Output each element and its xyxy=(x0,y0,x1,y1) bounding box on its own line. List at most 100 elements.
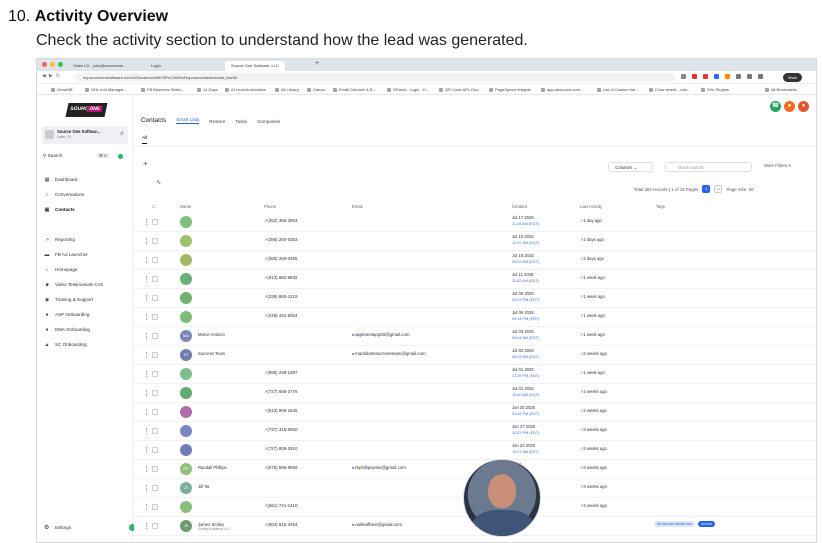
table-row[interactable]: (248) 431-5064 Jul 06 2025 09:14 PM (EDT) 1… xyxy=(134,308,816,327)
sidebar-item-settings[interactable]: ⚙ Settings xyxy=(44,524,136,531)
bookmark-item[interactable]: GHL Info Manager... xyxy=(85,86,127,93)
avatar[interactable] xyxy=(180,254,192,266)
table-row[interactable]: ST Success Team martialartssuccessteam@gma… xyxy=(134,346,816,365)
table-row[interactable]: (727) 808-2910 Jun 23 2025 10:07 AM (EDT) 3… xyxy=(134,441,816,460)
url-input[interactable]: my.sourceonesoftware.com/v2/location/xb5… xyxy=(75,73,675,82)
sidebar-item-asp-onboarding[interactable]: ● ASP Onboarding xyxy=(44,310,89,319)
drag-handle-icon[interactable] xyxy=(146,523,148,529)
row-checkbox[interactable] xyxy=(152,219,158,225)
drag-handle-icon[interactable] xyxy=(146,371,148,377)
more-filters-button[interactable]: More Filters ≡ xyxy=(764,163,791,168)
contact-name[interactable]: Jill Tai xyxy=(198,484,209,489)
contact-phone[interactable]: (561) 741-1410 xyxy=(264,503,297,508)
sidebar-item-conversations[interactable]: ○ Conversations xyxy=(44,190,84,199)
drag-handle-icon[interactable] xyxy=(146,352,148,358)
row-checkbox[interactable] xyxy=(152,485,158,491)
row-checkbox[interactable] xyxy=(152,352,158,358)
contact-phone[interactable]: (737) 315-5650 xyxy=(264,427,297,432)
row-checkbox[interactable] xyxy=(152,409,158,415)
contact-name[interactable]: Randall Phillips xyxy=(198,465,227,470)
contact-email[interactable]: rbphillipswine@gmail.com xyxy=(352,465,406,470)
drag-handle-icon[interactable] xyxy=(146,409,148,415)
header-last-activity[interactable]: Last Activity xyxy=(580,204,602,209)
row-checkbox[interactable] xyxy=(152,314,158,320)
contact-phone[interactable]: (904) 815-3494 xyxy=(264,522,297,527)
next-page-button[interactable]: > xyxy=(714,185,723,193)
tab-tasks[interactable]: Tasks xyxy=(235,119,247,124)
table-row[interactable]: (239) 860-1219 Jul 09 2025 03:03 PM (EDT) 1… xyxy=(134,289,816,308)
drag-handle-icon[interactable] xyxy=(146,333,148,339)
account-switcher[interactable]: Source One Softwar... Lake, FL ⇵ xyxy=(42,126,128,144)
bookmark-item[interactable]: 14 Days xyxy=(197,86,218,93)
bookmark-item[interactable]: GrowthB xyxy=(51,86,73,93)
bookmark-item[interactable]: PageSpeed Insights xyxy=(489,86,531,93)
contact-email[interactable]: appletestapp83@gmail.com xyxy=(352,332,410,337)
contact-name[interactable]: Success Team xyxy=(198,351,225,356)
page-1-button[interactable]: 1 xyxy=(702,185,711,193)
bookmark-item[interactable]: Color wheel - colo... xyxy=(649,86,690,93)
columns-button[interactable]: Columns ⌄ xyxy=(608,162,653,172)
avatar[interactable] xyxy=(180,444,192,456)
tab-companies[interactable]: Companies xyxy=(257,119,280,124)
row-checkbox[interactable] xyxy=(152,504,158,510)
header-phone[interactable]: Phone xyxy=(264,204,276,209)
tab-restore[interactable]: Restore xyxy=(209,119,225,124)
bookmark-item[interactable]: Email Checker & B... xyxy=(333,86,376,93)
avatar[interactable]: JT xyxy=(180,482,192,494)
avatar[interactable]: MA xyxy=(180,330,192,342)
avatar[interactable] xyxy=(180,387,192,399)
tag-chip[interactable]: ibc inbound website form xyxy=(654,521,696,527)
contact-email[interactable]: oakleafbest@gmail.com xyxy=(352,522,402,527)
row-checkbox[interactable] xyxy=(152,447,158,453)
sidebar-item-sc-onboarding[interactable]: ▲ SC Onboarding xyxy=(44,340,87,349)
nav-arrows-icon[interactable]: ◀▶↻ xyxy=(42,73,63,79)
drag-handle-icon[interactable] xyxy=(146,219,148,225)
row-checkbox[interactable] xyxy=(152,466,158,472)
row-checkbox[interactable] xyxy=(152,371,158,377)
sidebar-item-homepage[interactable]: ⌂ Homepage xyxy=(44,265,77,274)
contact-phone[interactable]: (386) 260-0485 xyxy=(264,256,297,261)
header-tags[interactable]: Tags xyxy=(656,204,665,209)
table-row[interactable]: (737) 315-5650 Jun 27 2025 12:57 PM (EDT) 3… xyxy=(134,422,816,441)
drag-handle-icon[interactable] xyxy=(146,447,148,453)
contact-phone[interactable]: (727) 808-2910 xyxy=(264,446,297,451)
table-row[interactable]: (352) 356-2563 Jul 17 2025 11:28 AM (EDT) 1… xyxy=(134,213,816,232)
table-row[interactable]: MA Marco Antonio appletestapp83@gmail.com J… xyxy=(134,327,816,346)
avatar[interactable] xyxy=(180,216,192,228)
bookmark-item[interactable]: All Bookmarks xyxy=(765,86,797,93)
drag-handle-icon[interactable] xyxy=(146,295,148,301)
drag-handle-icon[interactable] xyxy=(146,390,148,396)
quick-action-icon[interactable] xyxy=(118,154,123,159)
sidebar-item-training[interactable]: ◉ Training & Support xyxy=(44,295,93,304)
user-avatar[interactable]: ● xyxy=(798,101,809,112)
page-size-select[interactable]: Page Size: 20 xyxy=(726,187,753,192)
notifications-icon[interactable]: ● xyxy=(784,101,795,112)
drag-handle-icon[interactable] xyxy=(146,466,148,472)
bookmark-item[interactable]: All Library xyxy=(275,86,299,93)
avatar[interactable] xyxy=(180,311,192,323)
contact-phone[interactable]: (813) 806-1645 xyxy=(264,408,297,413)
bookmark-item[interactable]: SPanel - Login - H... xyxy=(387,86,429,93)
new-tab-icon[interactable]: + xyxy=(315,60,319,67)
bookmark-item[interactable]: SHL Plugins xyxy=(701,86,729,93)
header-name[interactable]: Name xyxy=(180,204,191,209)
brand-logo[interactable]: SOURCE ONE xyxy=(65,103,108,117)
drag-handle-icon[interactable] xyxy=(146,257,148,263)
bookmark-item[interactable]: QR Code API: Doc... xyxy=(439,86,482,93)
table-row[interactable]: (813) 806-1645 Jun 30 2025 01:46 PM (EDT) 2… xyxy=(134,403,816,422)
contact-phone[interactable]: (985) 239-1087 xyxy=(264,370,297,375)
row-checkbox[interactable] xyxy=(152,333,158,339)
header-created[interactable]: Created xyxy=(512,204,527,209)
table-row[interactable]: (985) 239-1087 Jul 01 2025 12:39 PM (EDT) 1… xyxy=(134,365,816,384)
avatar[interactable]: JS xyxy=(180,520,192,532)
avatar[interactable] xyxy=(180,425,192,437)
tab-smart-lists[interactable]: Smart Lists xyxy=(176,117,200,124)
avatar[interactable] xyxy=(180,368,192,380)
contact-phone[interactable]: (813) 682-9932 xyxy=(264,275,297,280)
browser-tab-1[interactable]: Video LD - yolo@sourceone... xyxy=(67,61,132,71)
avatar[interactable] xyxy=(180,501,192,513)
avatar[interactable] xyxy=(180,235,192,247)
contact-phone[interactable]: (239) 860-1219 xyxy=(264,294,297,299)
phone-icon[interactable]: ☎ xyxy=(770,101,781,112)
bookmark-item[interactable]: app.adsource.com... xyxy=(541,86,583,93)
